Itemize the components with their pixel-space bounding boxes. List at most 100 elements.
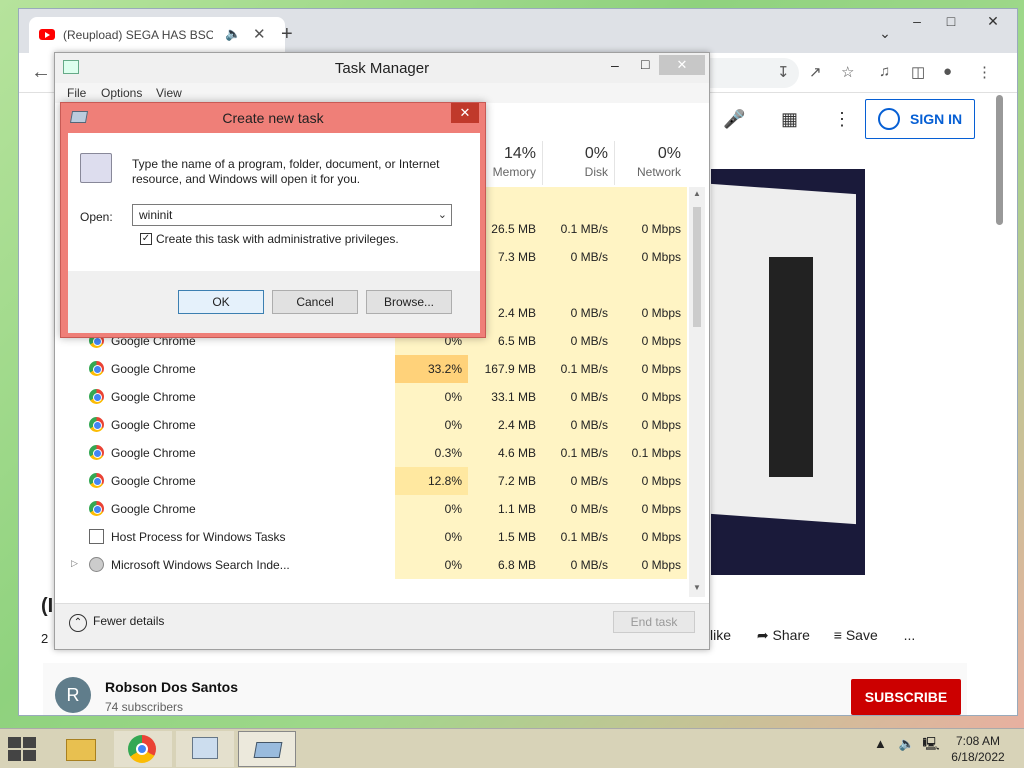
chevron-down-icon[interactable]: ⌄ [438,208,447,221]
settings-dots-icon[interactable]: ⋮ [833,109,851,130]
task-manager-menubar: File Options View [55,83,709,103]
subscribe-button[interactable]: SUBSCRIBE [851,679,961,715]
scroll-down-icon[interactable]: ▼ [693,583,701,592]
clock-time: 7:08 AM [955,734,1001,748]
volume-muted-icon[interactable]: 🔈 [899,736,915,751]
disk-cell: 0 MB/s [542,411,614,439]
system-tray: ▲ 🔈 🖳 [874,735,940,757]
side-panel-icon[interactable]: ◫ [911,63,925,81]
table-row[interactable]: Google Chrome 0% 1.1 MB 0 MB/s 0 Mbps [55,495,687,523]
chrome-taskbar-icon[interactable] [114,731,172,767]
network-cell: 0.1 Mbps [614,439,687,467]
process-name: Microsoft Windows Search Inde... [111,558,290,572]
table-row[interactable]: Google Chrome 0% 33.1 MB 0 MB/s 0 Mbps [55,383,687,411]
disk-cell: 0 MB/s [542,551,614,579]
sign-in-button[interactable]: SIGN IN [865,99,975,139]
minimize-button[interactable]: – [903,13,931,35]
tm-minimize-button[interactable]: – [611,57,619,73]
column-disk[interactable]: 0% Disk [542,141,614,185]
install-icon[interactable]: ↧ [777,63,790,81]
table-row[interactable]: Google Chrome 12.8% 7.2 MB 0 MB/s 0 Mbps [55,467,687,495]
cpu-cell: 0% [395,523,468,551]
admin-privileges-checkbox[interactable]: ✓ [140,233,152,245]
open-input-value[interactable]: wininit [139,208,172,222]
close-button[interactable]: ✕ [979,13,1007,35]
host-process-icon [89,529,104,544]
browser-tab[interactable]: (Reupload) SEGA HAS BSOD 🔈 ✕ [29,17,285,53]
task-manager-taskbar-icon[interactable] [176,731,234,767]
scrollbar-thumb[interactable] [996,95,1003,225]
create-new-task-dialog: Create new task ✕ Type the name of a pro… [60,102,486,338]
run-program-icon [80,153,112,183]
apps-grid-icon[interactable]: ▦ [781,109,798,130]
tab-close-icon[interactable]: ✕ [253,25,266,43]
network-cell: 0 Mbps [614,355,687,383]
process-list-scrollbar[interactable]: ▲ ▼ [689,187,705,597]
table-row[interactable]: Host Process for Windows Tasks 0% 1.5 MB 0.… [55,523,687,551]
column-network[interactable]: 0% Network [614,141,687,185]
disk-cell: 0 MB/s [542,327,614,355]
expand-arrow-icon[interactable]: ▷ [71,558,78,569]
open-combobox[interactable]: wininit ⌄ [132,204,452,226]
scroll-up-icon[interactable]: ▲ [693,189,701,198]
microphone-icon[interactable]: 🎤 [723,109,745,130]
process-name: Google Chrome [111,502,196,516]
network-icon[interactable]: 🖳 [922,736,939,751]
disk-cell: 0.1 MB/s [542,355,614,383]
youtube-icon [39,29,55,40]
table-row[interactable]: Google Chrome 0% 2.4 MB 0 MB/s 0 Mbps [55,411,687,439]
disk-cell: 0.1 MB/s [542,215,614,243]
process-name: Host Process for Windows Tasks [111,530,286,544]
table-row[interactable]: Google Chrome 0.3% 4.6 MB 0.1 MB/s 0.1 Mbps [55,439,687,467]
process-scroll-thumb[interactable] [693,207,701,327]
views-fragment: 2 [41,631,49,646]
fewer-details-button[interactable]: ⌃ Fewer details [69,614,164,632]
clock[interactable]: 7:08 AM 6/18/2022 [948,733,1008,765]
cpu-cell: 0.3% [395,439,468,467]
tab-search-icon[interactable]: ⌄ [871,25,899,47]
browse-button[interactable]: Browse... [366,290,452,314]
file-explorer-icon[interactable] [52,731,110,767]
video-player[interactable] [711,169,865,575]
share-button[interactable]: Share [773,627,810,643]
network-percent: 0% [657,145,681,162]
tm-maximize-button[interactable]: □ [641,56,649,72]
ok-button[interactable]: OK [178,290,264,314]
more-actions-button[interactable]: ... [904,627,916,643]
dialog-close-button[interactable]: ✕ [451,103,479,123]
end-task-button[interactable]: End task [613,611,695,633]
page-scrollbar[interactable] [993,95,1005,225]
share-icon[interactable]: ↗ [809,63,822,81]
network-cell [614,187,687,215]
menu-file[interactable]: File [67,86,86,100]
star-icon[interactable]: ☆ [841,63,854,81]
admin-privileges-label[interactable]: Create this task with administrative pri… [156,232,399,246]
menu-options[interactable]: Options [101,86,142,100]
network-cell: 0 Mbps [614,467,687,495]
table-row[interactable]: Google Chrome 33.2% 167.9 MB 0.1 MB/s 0 Mbps [55,355,687,383]
cancel-button[interactable]: Cancel [272,290,358,314]
menu-dots-icon[interactable]: ⋮ [977,63,992,81]
disk-percent: 0% [584,145,608,162]
task-manager-titlebar[interactable]: Task Manager – □ ✕ [55,53,709,83]
profile-icon[interactable]: ● [943,63,952,80]
process-name: Google Chrome [111,418,196,432]
channel-name[interactable]: Robson Dos Santos [105,679,238,695]
table-row[interactable]: ▷ Microsoft Windows Search Inde... 0% 6.8 M… [55,551,687,579]
memory-cell: 7.2 MB [468,467,542,495]
run-taskbar-icon[interactable] [238,731,296,767]
save-button[interactable]: Save [846,627,878,643]
media-icon[interactable]: ♫ [879,63,890,80]
save-playlist-icon: ≡ [833,627,842,643]
speaker-icon[interactable]: 🔈 [225,26,241,42]
new-tab-button[interactable]: + [281,23,293,46]
maximize-button[interactable]: □ [937,13,965,35]
avatar[interactable]: R [55,677,91,713]
memory-cell: 1.1 MB [468,495,542,523]
back-arrow-icon[interactable]: ← [31,61,51,84]
dialog-title: Create new task [222,110,324,126]
windows-start-icon[interactable] [8,737,38,761]
show-hidden-icon[interactable]: ▲ [874,736,887,751]
menu-view[interactable]: View [156,86,182,100]
tm-close-button[interactable]: ✕ [659,55,705,75]
